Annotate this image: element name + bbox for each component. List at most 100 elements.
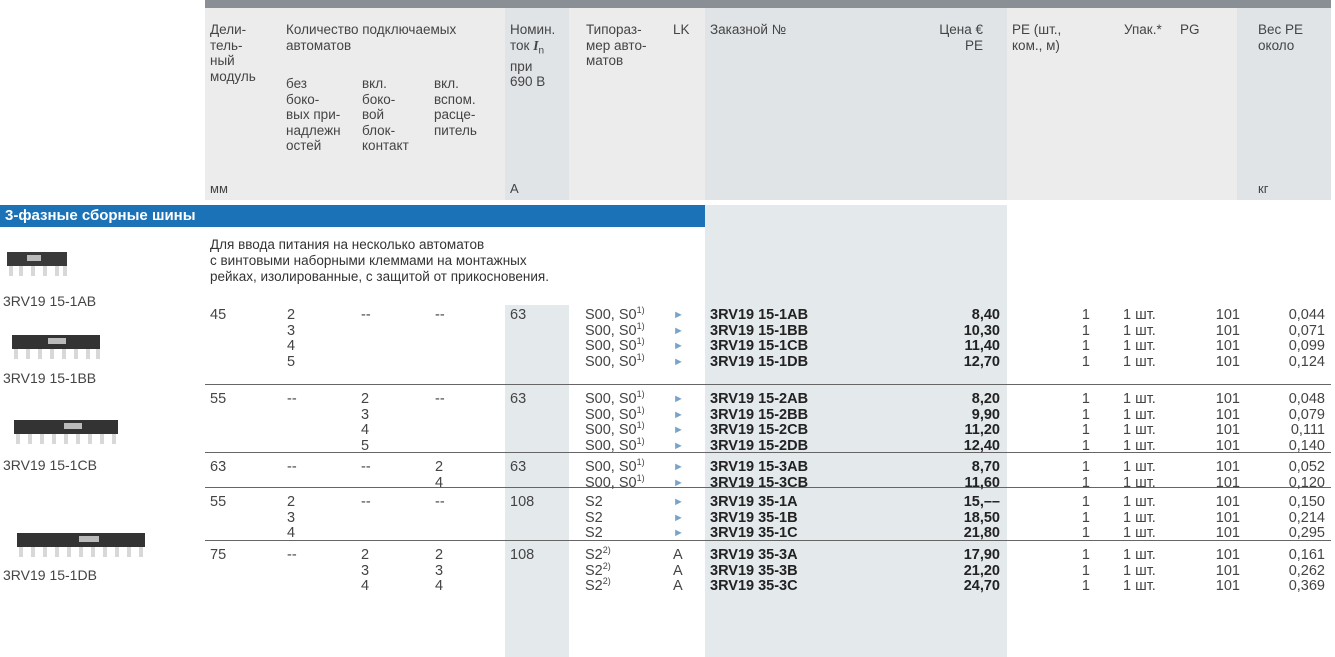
pack-cell: 1 шт.	[1123, 422, 1156, 438]
pe-cell: 1	[1081, 307, 1090, 323]
unit-divider: мм	[210, 181, 228, 196]
size-cell: S00, S0	[585, 406, 637, 423]
price-cell: 11,60	[964, 474, 1001, 491]
header-pe: PE (шт., ком., м)	[1012, 22, 1062, 53]
unit-weight: кг	[1258, 181, 1269, 196]
pe-cell: 1	[1081, 547, 1090, 563]
lk-cell: ►	[673, 511, 684, 524]
table-row: 3 S2 ► 3RV19 35-1B 18,50 1 1 шт. 101 0,214	[205, 509, 1331, 526]
aux-cell: --	[361, 307, 371, 323]
size-cell: S00, S0	[585, 459, 637, 475]
pe-cell: 1	[1081, 578, 1090, 594]
price-cell: 15,––	[963, 494, 1000, 510]
divider-cell: 45	[210, 307, 227, 323]
pe-cell: 1	[1081, 353, 1090, 370]
size-cell: S00, S0	[585, 422, 637, 438]
size-cell: S00, S0	[585, 437, 637, 454]
pe-cell: 1	[1081, 406, 1090, 423]
footnote-ref: 2)	[602, 560, 611, 571]
weight-cell: 0,079	[1288, 406, 1325, 423]
header-order-no: Заказной №	[710, 22, 787, 37]
order-number: 3RV19 15-2DB	[710, 437, 809, 454]
divider-cell: 63	[210, 459, 227, 475]
pack-cell: 1 шт.	[1123, 494, 1156, 510]
pack-cell: 1 шт.	[1123, 509, 1156, 526]
order-number: 3RV19 35-1B	[710, 509, 798, 526]
image-label-2: 3RV19 15-1BB	[3, 370, 97, 386]
pg-cell: 101	[1215, 459, 1240, 475]
size-cell: S2	[585, 494, 603, 510]
price-cell: 12,40	[963, 437, 1000, 454]
pg-cell: 101	[1215, 547, 1240, 563]
pg-cell: 101	[1215, 322, 1240, 339]
shunt-cell: 3	[435, 562, 444, 579]
table-row: 4 4 S2 2) A 3RV19 35-3C 24,70 1 1 шт. 101 0,369	[205, 577, 1331, 594]
price-cell: 18,50	[963, 509, 1000, 526]
size-cell: S00, S0	[585, 322, 637, 339]
aux-cell: 3	[361, 406, 370, 423]
price-cell: 12,70	[963, 353, 1000, 370]
without-cell: --	[287, 547, 297, 563]
shunt-cell: --	[435, 494, 445, 510]
header-weight: Вес PE около	[1258, 22, 1304, 53]
price-cell: 21,80	[963, 525, 1000, 541]
aux-cell: --	[361, 459, 371, 475]
pe-cell: 1	[1081, 509, 1090, 526]
without-cell: 2	[287, 494, 296, 510]
weight-cell: 0,044	[1288, 307, 1325, 323]
pg-cell: 101	[1215, 525, 1240, 541]
weight-cell: 0,161	[1288, 547, 1325, 563]
unit-current: A	[510, 181, 519, 196]
order-number: 3RV19 15-2BB	[710, 406, 809, 423]
lk-cell: ►	[673, 340, 684, 352]
lk-cell: ►	[673, 355, 684, 368]
section-bar: 3-фазные сборные шины	[0, 205, 705, 227]
table-row: 4 S2 ► 3RV19 35-1C 21,80 1 1 шт. 101 0,295	[205, 526, 1331, 541]
pack-cell: 1 шт.	[1123, 353, 1156, 370]
without-cell: 2	[287, 307, 296, 323]
weight-cell: 0,071	[1288, 322, 1325, 339]
busbar-image-1ab	[7, 252, 67, 276]
header-shunt: вкл. вспом. расце-питель	[434, 76, 477, 138]
lk-cell: ►	[673, 424, 684, 436]
pack-cell: 1 шт.	[1123, 578, 1156, 594]
pe-cell: 1	[1081, 437, 1090, 454]
without-cell: 3	[287, 322, 296, 339]
footnote-ref: 1)	[636, 336, 645, 347]
image-label-3: 3RV19 15-1CB	[3, 457, 97, 473]
weight-cell: 0,262	[1288, 562, 1325, 579]
order-number: 3RV19 15-1DB	[710, 353, 809, 370]
current-cell: 63	[510, 307, 527, 323]
aux-cell: --	[361, 494, 371, 510]
table-row: 4 S00, S0 1) ► 3RV19 15-1CB 11,40 1 1 шт. 101 0,0…	[205, 336, 1331, 354]
table-row: 3 S00, S0 1) ► 3RV19 15-2BB 9,90 1 1 шт. 101 0,07…	[205, 405, 1331, 423]
weight-cell: 0,099	[1288, 338, 1325, 354]
section-title: 3-фазные сборные шины	[5, 207, 196, 224]
order-number: 3RV19 15-3CB	[710, 474, 809, 491]
pg-cell: 101	[1215, 494, 1240, 510]
lk-cell: ►	[673, 439, 684, 452]
lk-cell: ►	[673, 324, 684, 337]
header-pg: PG	[1180, 22, 1200, 37]
weight-cell: 0,048	[1288, 391, 1325, 407]
aux-cell: 5	[361, 437, 370, 454]
group-separator	[205, 384, 1331, 385]
order-number: 3RV19 15-1CB	[710, 338, 809, 354]
lk-cell: ►	[673, 408, 684, 421]
pe-cell: 1	[1081, 562, 1090, 579]
table-row: 5 S00, S0 1) ► 3RV19 15-1DB 12,70 1 1 шт. 101 0,1…	[205, 352, 1331, 370]
size-cell: S2	[585, 562, 603, 579]
weight-cell: 0,214	[1288, 509, 1325, 526]
footnote-ref: 2)	[602, 545, 611, 556]
footnote-wrap: 2)	[603, 577, 611, 594]
header-without: без боко- вых при-надлежн остей	[286, 76, 341, 153]
lk-cell: ►	[673, 309, 684, 321]
footnote-wrap: 1)	[637, 436, 645, 454]
price-cell: 10,30	[963, 322, 1000, 339]
size-cell: S2	[585, 578, 603, 594]
pg-cell: 101	[1215, 474, 1240, 491]
pack-cell: 1 шт.	[1123, 307, 1156, 323]
divider-cell: 75	[210, 547, 227, 563]
pg-cell: 101	[1215, 422, 1240, 438]
pg-cell: 101	[1215, 509, 1240, 526]
